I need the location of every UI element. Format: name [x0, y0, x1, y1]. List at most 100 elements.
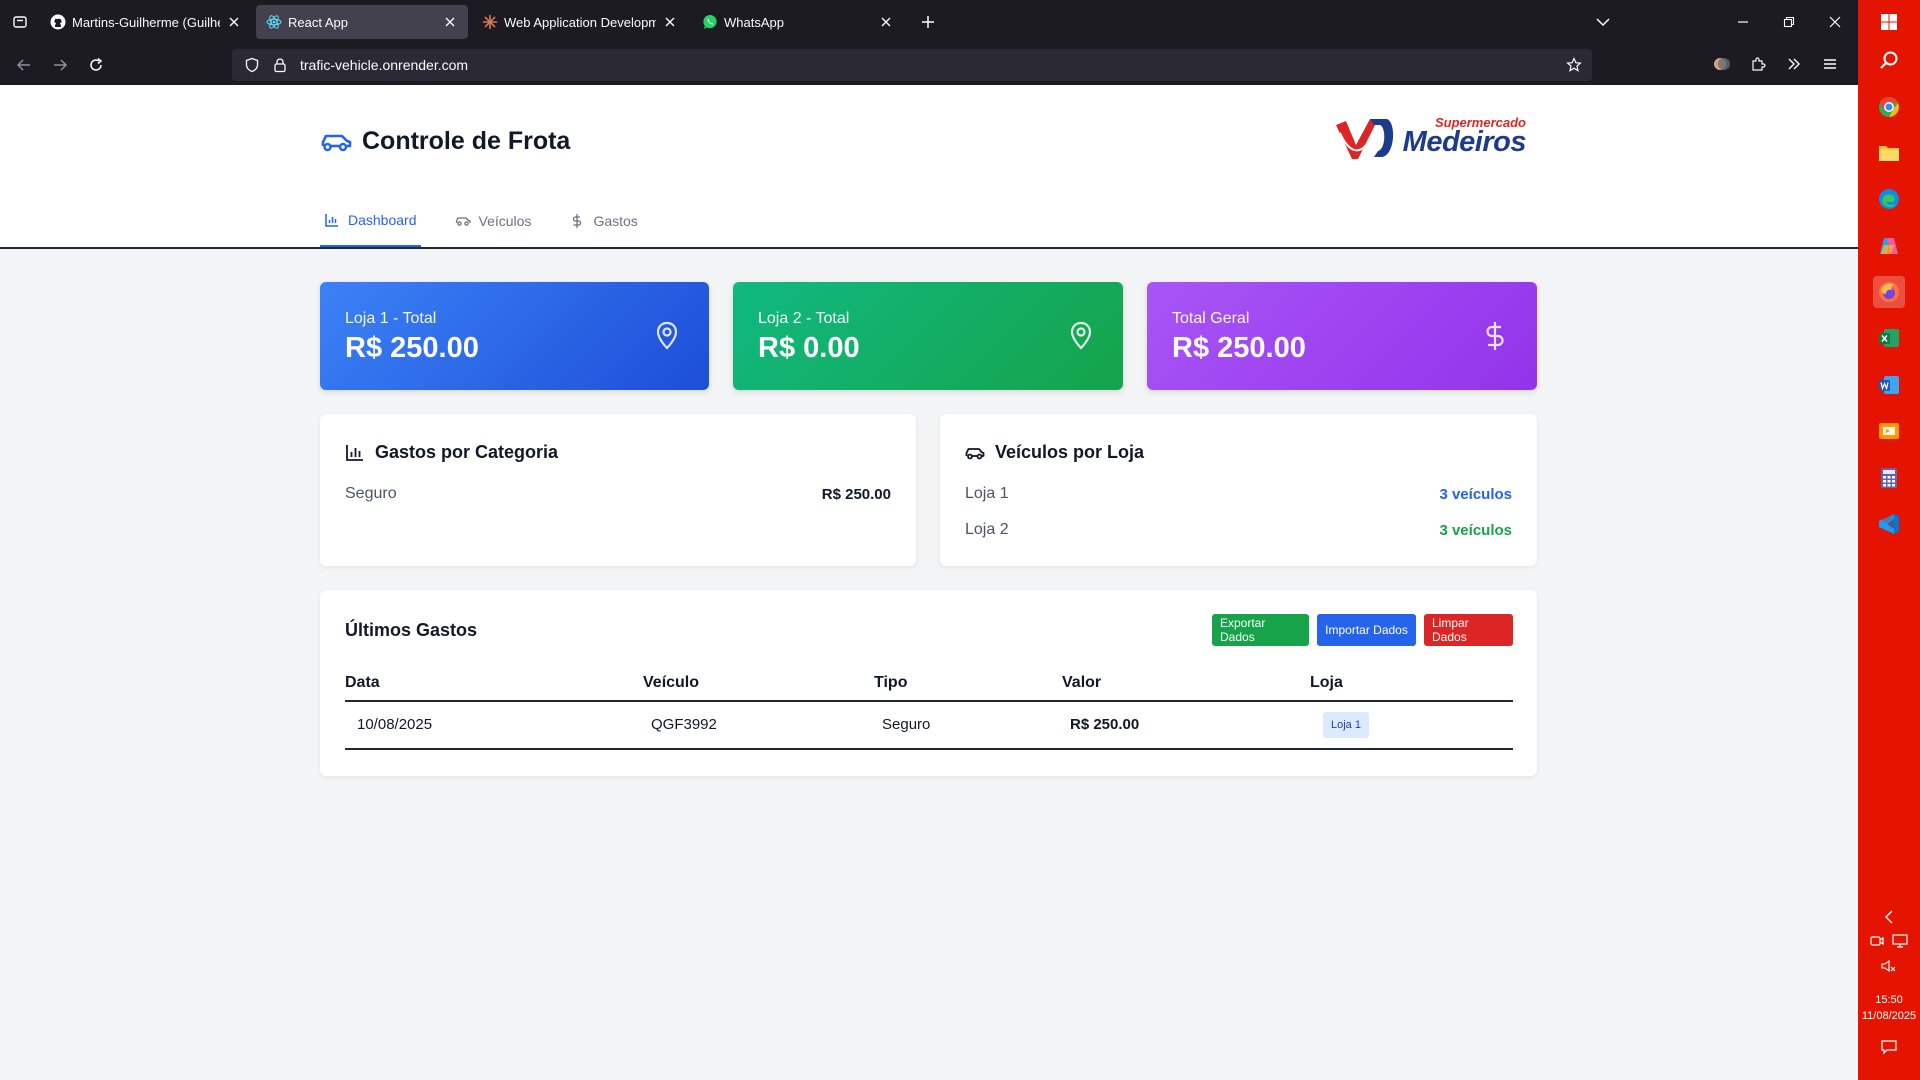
notifications-button[interactable]: [1858, 1036, 1920, 1058]
folder-icon: [1879, 146, 1899, 161]
windows-taskbar: 15:50 11/08/2025: [1858, 0, 1920, 1080]
slides-icon: [1879, 423, 1899, 439]
restore-button[interactable]: [1766, 0, 1812, 44]
minimize-button[interactable]: [1720, 0, 1766, 44]
close-tab-icon[interactable]: [442, 14, 458, 30]
browser-tab-web-app-dev[interactable]: Web Application Development: [472, 5, 688, 39]
lock-icon[interactable]: [268, 53, 292, 77]
forward-button[interactable]: [42, 49, 78, 81]
card-label: Total Geral: [1172, 310, 1250, 327]
taskbar-file-explorer[interactable]: [1873, 137, 1905, 169]
car-icon: [321, 134, 352, 151]
car-icon: [965, 447, 985, 459]
app-title: Controle de Frota: [362, 127, 571, 155]
volume-button[interactable]: [1858, 956, 1920, 976]
close-icon: [1829, 16, 1841, 28]
tab-label: Gastos: [593, 213, 638, 229]
close-tab-icon[interactable]: [226, 14, 242, 30]
table-header: Data Veículo Tipo Valor Loja: [345, 666, 1513, 702]
more-tools-button[interactable]: [1778, 48, 1810, 80]
search-button[interactable]: [1873, 44, 1905, 76]
taskbar-firefox[interactable]: [1873, 276, 1905, 308]
vscode-icon: [1879, 514, 1899, 534]
bookmark-star-icon[interactable]: [1562, 53, 1586, 77]
clear-data-button[interactable]: Limpar Dados: [1424, 614, 1513, 646]
extensions-button[interactable]: [1742, 48, 1774, 80]
notification-icon: [1881, 1040, 1897, 1055]
browser-chrome: Martins-Guilherme (Guilherme M React App…: [0, 0, 1858, 85]
network-icon[interactable]: [1892, 934, 1908, 948]
address-bar[interactable]: trafic-vehicle.onrender.com: [232, 49, 1592, 81]
tab-title: WhatsApp: [724, 14, 784, 30]
close-window-button[interactable]: [1812, 0, 1858, 44]
browser-tab-whatsapp[interactable]: WhatsApp: [692, 5, 904, 39]
browser-tab-react-app[interactable]: React App: [256, 5, 468, 39]
logo-title: Medeiros: [1402, 126, 1527, 158]
panel-title: Veículos por Loja: [965, 442, 1144, 463]
meet-now-icon[interactable]: [1870, 934, 1884, 948]
card-amount: R$ 250.00: [1172, 332, 1306, 364]
tab-gastos[interactable]: Gastos: [565, 195, 641, 247]
taskbar-vscode[interactable]: [1873, 508, 1905, 540]
card-label: Loja 2 - Total: [758, 310, 850, 327]
start-button[interactable]: [1873, 6, 1905, 38]
new-tab-button[interactable]: [912, 6, 944, 38]
cell-veiculo: QGF3992: [651, 716, 717, 733]
tab-label: Dashboard: [348, 212, 417, 228]
reload-icon: [90, 57, 103, 71]
column-header-valor: Valor: [1062, 674, 1102, 691]
tab-veiculos[interactable]: Veículos: [451, 195, 536, 247]
category-value: R$ 250.00: [821, 485, 891, 503]
tab-list-button[interactable]: [0, 0, 40, 44]
panel-title-text: Gastos por Categoria: [375, 442, 559, 462]
taskbar-chrome[interactable]: [1873, 91, 1905, 123]
brand: Controle de Frota: [320, 127, 570, 156]
close-tab-icon[interactable]: [662, 14, 678, 30]
taskbar-edge[interactable]: [1873, 183, 1905, 215]
tab-dashboard[interactable]: Dashboard: [320, 195, 421, 247]
card-loja2-total: Loja 2 - Total R$ 0.00: [733, 282, 1123, 390]
url-text: trafic-vehicle.onrender.com: [300, 57, 469, 73]
export-data-button[interactable]: Exportar Dados: [1212, 614, 1309, 646]
import-data-button[interactable]: Importar Dados: [1317, 614, 1416, 646]
menu-button[interactable]: [1814, 48, 1846, 80]
reload-button[interactable]: [78, 49, 114, 81]
cell-data: 10/08/2025: [357, 716, 433, 733]
shield-icon[interactable]: [240, 53, 264, 77]
account-button[interactable]: [1706, 48, 1738, 80]
store-name: Loja 2: [965, 521, 1009, 538]
arrow-right-icon: [54, 58, 68, 71]
taskbar-copilot[interactable]: [1873, 230, 1905, 262]
tab-title: Martins-Guilherme (Guilherme M: [72, 14, 220, 30]
category-name: Seguro: [345, 485, 397, 502]
show-hidden-icons-button[interactable]: [1858, 906, 1920, 928]
close-tab-icon[interactable]: [878, 14, 894, 30]
browser-tab-github[interactable]: Martins-Guilherme (Guilherme M: [40, 5, 252, 39]
column-header-tipo: Tipo: [874, 674, 908, 691]
bar-chart-icon: [325, 214, 338, 227]
taskbar-excel[interactable]: [1873, 322, 1905, 354]
taskbar-calculator[interactable]: [1873, 462, 1905, 494]
store-badge: Loja 1: [1323, 712, 1369, 738]
github-icon: [50, 14, 66, 30]
vehicles-by-store-panel: Veículos por Loja Loja 1 3 veículos Loja…: [940, 414, 1537, 566]
edge-icon: [1879, 189, 1899, 209]
panel-title: Últimos Gastos: [345, 620, 477, 641]
clock-date: 11/08/2025: [1861, 1010, 1917, 1022]
list-all-tabs-button[interactable]: [1588, 8, 1618, 36]
cell-tipo: Seguro: [882, 716, 931, 733]
back-button[interactable]: [6, 49, 42, 81]
store-name: Loja 1: [965, 485, 1009, 502]
minimize-icon: [1738, 21, 1748, 23]
card-total-geral: Total Geral R$ 250.00: [1147, 282, 1537, 390]
taskbar-clock[interactable]: 15:50 11/08/2025: [1858, 992, 1920, 1024]
category-row: Seguro R$ 250.00: [345, 482, 891, 506]
word-icon: [1879, 376, 1899, 394]
latest-expenses-panel: Últimos Gastos Exportar Dados Importar D…: [320, 590, 1537, 776]
taskbar-slides[interactable]: [1873, 415, 1905, 447]
app-header: Controle de Frota Supermercado Medeiros …: [0, 85, 1858, 249]
avatar-icon: [1714, 58, 1730, 70]
taskbar-word[interactable]: [1873, 369, 1905, 401]
tab-list-icon: [13, 16, 27, 28]
react-icon: [266, 14, 282, 30]
